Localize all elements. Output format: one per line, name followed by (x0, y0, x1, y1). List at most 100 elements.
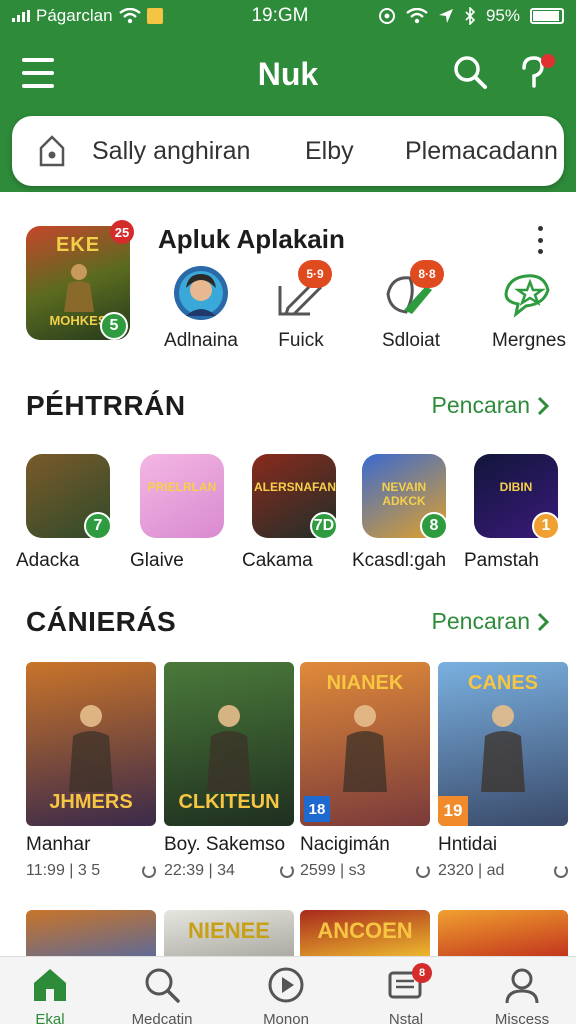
bottom-navigation: Ekal Medcatin Monon 8 Nstal Miscess (0, 956, 576, 1028)
app-icon-art: DIBIN (499, 480, 533, 494)
download-icon[interactable] (416, 864, 430, 878)
nav-label: Monon (263, 1011, 309, 1028)
action-item[interactable]: 5·9 Fuick (246, 260, 356, 352)
nav-label: Miscess (494, 1011, 550, 1028)
lock-icon[interactable] (12, 134, 92, 168)
see-more-link[interactable]: Pencaran (432, 608, 550, 635)
game-poster-partial[interactable]: ANCOEN (300, 910, 430, 960)
avatar-icon (172, 264, 230, 322)
poster-title: CANES (467, 672, 538, 694)
poster-subtitle: JHMERS (49, 791, 133, 813)
warrior-figure (64, 264, 94, 312)
app-icon-art: ALERSNAFAN (254, 480, 336, 494)
signal-icon (12, 10, 30, 22)
wifi-icon (118, 8, 141, 24)
download-icon[interactable] (554, 864, 568, 878)
app-row: Adacka 7 PRIELRLAN Glaive ALERSNAFAN Cakama 7D… (16, 454, 576, 574)
see-more-label: Pencaran (431, 608, 530, 634)
game-stats: 11:99 | 3 5 (26, 862, 101, 879)
game-row-partial: NIENEE ANCOEN (26, 910, 576, 960)
battery-icon (530, 8, 564, 24)
game-poster: NIANEK 18 (300, 662, 430, 826)
app-badge: 7D (310, 512, 338, 540)
game-name: Manhar (26, 834, 91, 855)
app-label: Cakama (242, 550, 313, 571)
action-item[interactable]: Adlnaina (146, 264, 256, 352)
game-card[interactable]: CANES 19 Hntidai 2320 | ad (438, 662, 568, 880)
section-title: CÁNIERÁS (26, 606, 177, 637)
app-label: Pamstah (464, 550, 539, 571)
tab-3[interactable]: Plemacadann (387, 137, 558, 166)
action-label: Mergnes (492, 330, 566, 351)
app-label: Kcasdl:gah (352, 550, 447, 571)
game-name: Hntidai (438, 834, 498, 855)
clock: 19:GM (251, 5, 309, 26)
action-item[interactable]: 8·8 Sdloiat (356, 260, 466, 352)
age-rating-badge: 18 (304, 796, 330, 822)
see-more-link[interactable]: Pencaran (432, 392, 550, 419)
profile-icon (502, 965, 542, 1005)
app-item[interactable]: NEVAIN ADKCK Kcasdl:gah (352, 454, 458, 572)
app-badge: 8 (420, 512, 448, 540)
action-label: Sdloiat (381, 330, 441, 351)
nav-play[interactable]: Monon (228, 965, 344, 1028)
game-name: Nacigimán (300, 834, 390, 855)
location-icon (438, 9, 453, 23)
hero-figure (481, 705, 525, 792)
app-item[interactable]: DIBIN Pamstah (464, 454, 570, 572)
tab-1[interactable]: Sally anghiran (92, 137, 287, 166)
game-card[interactable]: NIANEK 18 Nacigimán 2599 | s3 (300, 662, 430, 880)
app-title: Nuk (257, 56, 319, 92)
more-options-icon[interactable] (534, 226, 546, 254)
app-item[interactable]: PRIELRLAN Glaive (130, 454, 236, 572)
nav-profile[interactable]: Miscess (464, 965, 576, 1028)
section-header: CÁNIERÁS Pencaran (26, 606, 550, 642)
search-icon[interactable] (452, 54, 488, 90)
app-icon-art: PRIELRLAN (147, 480, 217, 494)
featured-actions: Adlnaina 5·9 Fuick 8·8 Sdloiat Mergnes (146, 260, 566, 351)
nav-label: Medcatin (131, 1011, 193, 1028)
action-badge: 8·8 (410, 260, 444, 288)
game-meta: 22:39 | 34 (164, 862, 294, 880)
game-stats: 22:39 | 34 (164, 862, 235, 879)
battery-percent: 95% (485, 6, 520, 25)
action-badge: 5·9 (298, 260, 332, 288)
nav-label: Nstal (388, 1011, 424, 1028)
status-bar: Págarclan 19:GM 95% (0, 0, 576, 32)
section-title: PÉHTRRÁN (26, 390, 186, 421)
category-tabs: Sally anghiran Elby Plemacadann (12, 116, 564, 186)
app-badge: 7 (84, 512, 112, 540)
game-card[interactable]: JHMERS Manhar 11:99 | 3 5 (26, 662, 156, 880)
game-cards: JHMERS Manhar 11:99 | 3 5 CLKITEUN Boy. Sake… (26, 662, 576, 892)
chevron-right-icon (537, 612, 550, 631)
download-icon[interactable] (142, 864, 156, 878)
game-poster-partial[interactable] (438, 910, 568, 960)
featured-app: EKE MOHKES 25 5 Apluk Aplakain Adlnaina … (26, 220, 566, 351)
nav-home[interactable]: Ekal (0, 965, 108, 1028)
game-meta: 11:99 | 3 5 (26, 862, 156, 880)
notifications-icon[interactable] (516, 52, 556, 92)
chevron-right-icon (537, 396, 550, 415)
section-header: PÉHTRRÁN Pencaran (26, 390, 550, 426)
play-icon (266, 965, 306, 1005)
notification-icon (146, 8, 163, 24)
download-icon[interactable] (280, 864, 294, 878)
app-label: Glaive (130, 550, 184, 571)
nav-updates[interactable]: 8 Nstal (348, 963, 464, 1028)
featured-app-name: Apluk Aplakain (158, 224, 345, 254)
home-icon (30, 965, 70, 1005)
tab-2[interactable]: Elby (287, 137, 387, 166)
game-meta: 2320 | ad (438, 862, 568, 880)
game-poster-partial[interactable] (26, 910, 156, 960)
game-poster-partial[interactable]: NIENEE (164, 910, 294, 960)
game-card[interactable]: CLKITEUN Boy. Sakemso 22:39 | 34 (164, 662, 294, 880)
hero-figure (69, 705, 113, 792)
app-item[interactable]: ALERSNAFAN Cakama (242, 454, 348, 572)
game-meta: 2599 | s3 (300, 862, 430, 880)
action-item[interactable]: Mergnes (474, 264, 576, 352)
poster-title: ANCOEN (317, 918, 413, 943)
app-item[interactable]: Adacka (16, 454, 122, 572)
carrier-label: Págarclan (36, 6, 113, 25)
featured-badge-bottom: 5 (100, 312, 128, 340)
nav-search[interactable]: Medcatin (104, 965, 220, 1028)
